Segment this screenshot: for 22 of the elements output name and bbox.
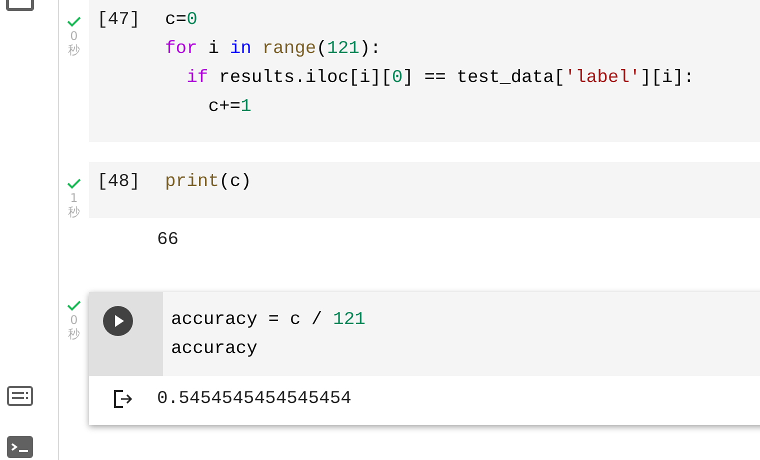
time-unit: 秒 [68,43,80,57]
run-time: 0 [70,313,78,327]
time-unit: 秒 [68,327,80,341]
run-time: 1 [70,191,78,205]
code-cell[interactable]: [47] c=0 for i in range(121): if results.iloc[i][0] == test_data['label'][i]: c+=1 [89,0,760,142]
execution-count: [47] [97,10,140,30]
code-line: for i in range(121): [165,38,382,61]
time-unit: 秒 [68,205,80,219]
terminal-icon[interactable] [7,436,33,458]
output-text: 66 [157,230,179,250]
run-time: 0 [70,29,78,43]
code-line: accuracy [171,338,258,361]
output-icon[interactable] [112,388,134,410]
code-line: print(c) [165,171,252,194]
code-line: c=0 [165,9,198,32]
execution-count: [48] [97,172,140,192]
text-icon[interactable] [7,386,33,406]
run-button[interactable] [103,306,133,336]
output-text: 0.5454545454545454 [157,389,352,409]
code-line: if results.iloc[i][0] == test_data['label'][i]: [186,67,694,90]
code-line: accuracy = c / 121 [171,309,366,332]
code-line: c+=1 [207,96,252,119]
